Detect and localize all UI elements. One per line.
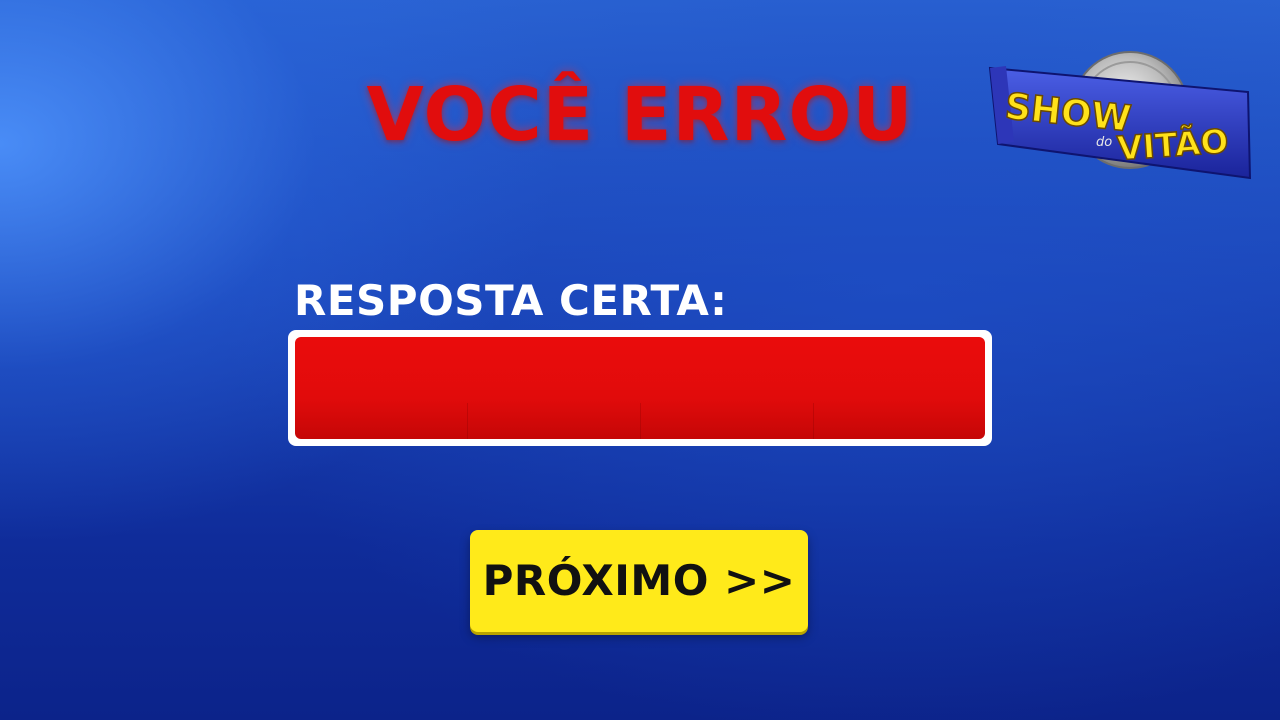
logo-word-do: do (1096, 135, 1112, 150)
correct-answer-label: RESPOSTA CERTA: (294, 276, 728, 325)
correct-answer-box (288, 330, 992, 446)
correct-answer-value (295, 337, 985, 439)
logo-word-vitao: VITÃO (1116, 120, 1230, 168)
next-button-label: PRÓXIMO >> (482, 556, 796, 605)
correct-answer-fill (295, 337, 985, 439)
show-do-vitao-logo: ₿ SHOW do VITÃO (988, 51, 1252, 180)
next-button[interactable]: PRÓXIMO >> (470, 530, 808, 632)
